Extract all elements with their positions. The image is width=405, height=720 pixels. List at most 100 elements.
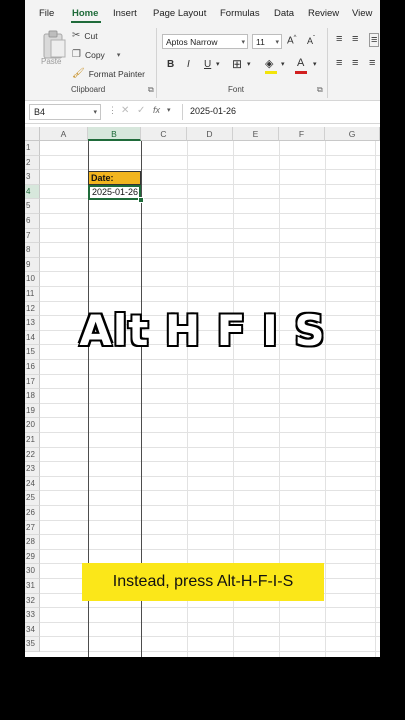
row-header-3[interactable]: 3	[25, 170, 40, 185]
paste-button-label[interactable]: Paste	[41, 57, 61, 66]
underline-button[interactable]: U	[204, 59, 211, 70]
grid-horizontal-line	[40, 432, 380, 433]
row-header-35[interactable]: 35	[25, 637, 40, 652]
enter-icon[interactable]: ✓	[137, 105, 145, 116]
row-header-16[interactable]: 16	[25, 360, 40, 375]
group-divider	[327, 28, 328, 98]
tab-data[interactable]: Data	[274, 8, 294, 19]
row-header-7[interactable]: 7	[25, 228, 40, 244]
borders-icon[interactable]: ⊞	[232, 57, 242, 71]
row-header-17[interactable]: 17	[25, 374, 40, 390]
font-size-select[interactable]: 11 ▾	[252, 34, 282, 49]
cancel-icon[interactable]: ✕	[121, 105, 129, 116]
row-header-11[interactable]: 11	[25, 287, 40, 302]
clipboard-launcher-icon[interactable]: ⧉	[148, 85, 154, 95]
row-header-34[interactable]: 34	[25, 622, 40, 638]
row-header-5[interactable]: 5	[25, 199, 40, 214]
name-box-value: B4	[34, 107, 46, 117]
cell-b3[interactable]: Date:	[88, 171, 141, 185]
more-icon[interactable]: ⋮	[108, 105, 117, 116]
fill-handle[interactable]	[138, 197, 144, 203]
row-header-33[interactable]: 33	[25, 608, 40, 623]
font-color-icon[interactable]: A	[297, 57, 304, 69]
column-header-d[interactable]: D	[187, 127, 233, 141]
grid-horizontal-line	[40, 636, 380, 638]
decrease-font-size-icon[interactable]: Aˇ	[307, 36, 315, 46]
tab-home[interactable]: Home	[72, 8, 98, 19]
tab-page-layout[interactable]: Page Layout	[153, 8, 206, 19]
row-header-8[interactable]: 8	[25, 243, 40, 258]
grid-horizontal-line	[40, 446, 380, 448]
row-header-28[interactable]: 28	[25, 535, 40, 550]
row-header-1[interactable]: 1	[25, 141, 40, 156]
row-header-26[interactable]: 26	[25, 506, 40, 521]
row-header-25[interactable]: 25	[25, 491, 40, 506]
align-left-icon[interactable]: ≡	[336, 57, 342, 69]
row-header-32[interactable]: 32	[25, 593, 40, 609]
row-header-6[interactable]: 6	[25, 214, 40, 229]
tab-view[interactable]: View	[352, 8, 372, 19]
fill-color-icon[interactable]: ◈	[265, 57, 273, 70]
chevron-down-icon[interactable]: ▾	[167, 106, 171, 114]
select-all-corner[interactable]	[25, 127, 40, 141]
cut-button[interactable]: ✂ Cut	[72, 30, 98, 41]
chevron-down-icon[interactable]: ▾	[247, 60, 251, 68]
row-header-31[interactable]: 31	[25, 579, 40, 594]
bold-button[interactable]: B	[167, 59, 174, 70]
format-painter-button[interactable]: 🖌 Format Painter	[72, 68, 145, 79]
row-header-10[interactable]: 10	[25, 272, 40, 287]
grid-horizontal-line	[40, 475, 380, 477]
chevron-down-icon[interactable]: ▾	[117, 51, 121, 59]
tab-formulas[interactable]: Formulas	[220, 8, 260, 19]
insert-function-icon[interactable]: fx	[153, 105, 160, 115]
row-header-21[interactable]: 21	[25, 433, 40, 448]
row-header-4[interactable]: 4	[25, 184, 40, 200]
row-header-23[interactable]: 23	[25, 462, 40, 477]
column-header-c[interactable]: C	[141, 127, 187, 141]
paste-icon[interactable]	[40, 30, 68, 60]
row-header-29[interactable]: 29	[25, 549, 40, 565]
row-header-9[interactable]: 9	[25, 257, 40, 273]
row-header-19[interactable]: 19	[25, 403, 40, 419]
name-box[interactable]: B4 ▾	[29, 104, 101, 120]
chevron-down-icon: ▾	[241, 39, 245, 46]
row-header-20[interactable]: 20	[25, 418, 40, 433]
row-header-22[interactable]: 22	[25, 447, 40, 463]
chevron-down-icon[interactable]: ▾	[93, 105, 97, 120]
chevron-down-icon[interactable]: ▾	[313, 60, 317, 68]
row-header-18[interactable]: 18	[25, 389, 40, 404]
row-header-30[interactable]: 30	[25, 564, 40, 579]
grid-horizontal-line	[40, 286, 380, 287]
row-header-24[interactable]: 24	[25, 476, 40, 492]
column-header-g[interactable]: G	[325, 127, 380, 141]
align-bottom-icon[interactable]: ≡	[369, 33, 380, 47]
align-center-icon[interactable]: ≡	[352, 57, 358, 69]
formula-content[interactable]: 2025-01-26	[190, 106, 236, 116]
align-middle-icon[interactable]: ≡	[352, 33, 358, 45]
column-header-b[interactable]: B	[88, 127, 141, 141]
tab-file[interactable]: File	[39, 8, 54, 19]
align-top-icon[interactable]: ≡	[336, 33, 342, 45]
grid-horizontal-line	[40, 154, 380, 156]
row-header-2[interactable]: 2	[25, 155, 40, 171]
grid-horizontal-line	[40, 417, 380, 419]
row-header-27[interactable]: 27	[25, 520, 40, 536]
grid-vertical-line	[325, 141, 326, 657]
font-launcher-icon[interactable]: ⧉	[317, 85, 323, 95]
align-right-icon[interactable]: ≡	[369, 57, 375, 69]
column-header-f[interactable]: F	[279, 127, 325, 141]
cell-b4-active[interactable]: 2025-01-26	[88, 185, 141, 200]
italic-button[interactable]: I	[187, 59, 190, 70]
chevron-down-icon[interactable]: ▾	[281, 60, 285, 68]
tab-review[interactable]: Review	[308, 8, 339, 19]
increase-font-size-icon[interactable]: A^	[287, 35, 297, 46]
column-header-e[interactable]: E	[233, 127, 279, 141]
grid-horizontal-line	[40, 242, 380, 244]
font-family-select[interactable]: Aptos Narrow ▾	[162, 34, 248, 49]
chevron-down-icon[interactable]: ▾	[216, 60, 220, 68]
tab-insert[interactable]: Insert	[113, 8, 137, 19]
grid-horizontal-line	[40, 388, 380, 390]
copy-button[interactable]: ❐ Copy ▾	[72, 49, 120, 60]
column-header-a[interactable]: A	[40, 127, 88, 141]
shortcut-caption: Alt H F I S	[78, 305, 326, 357]
